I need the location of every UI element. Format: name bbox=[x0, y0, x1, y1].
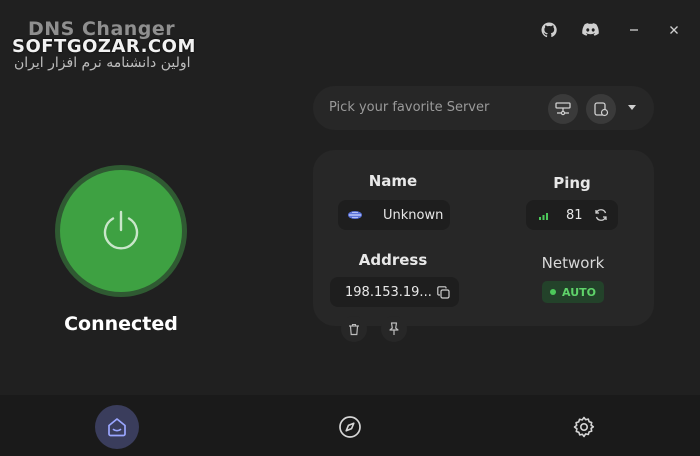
github-icon bbox=[541, 22, 557, 38]
nav-explore[interactable] bbox=[328, 405, 372, 449]
connection-status: Connected bbox=[64, 313, 178, 335]
power-ring bbox=[55, 165, 187, 297]
close-button[interactable] bbox=[662, 18, 686, 42]
github-button[interactable] bbox=[537, 18, 561, 42]
status-dot bbox=[550, 289, 557, 295]
compass-icon bbox=[339, 416, 361, 438]
nav-home[interactable] bbox=[95, 405, 139, 449]
dns-address-value: 198.153.19... bbox=[345, 284, 432, 300]
network-mode-value: AUTO bbox=[562, 285, 596, 299]
address-pill: 198.153.19... bbox=[330, 277, 459, 307]
delete-server-button[interactable] bbox=[341, 316, 367, 342]
discord-icon bbox=[581, 23, 599, 36]
power-button[interactable] bbox=[60, 170, 182, 292]
signal-icon bbox=[539, 213, 548, 220]
server-list-button[interactable] bbox=[548, 94, 578, 124]
watermark-subtitle: اولین دانشنامه نرم افزار ایران bbox=[14, 55, 191, 71]
server-logo-icon bbox=[348, 211, 362, 219]
bottom-navigation bbox=[0, 395, 700, 456]
network-heading: Network bbox=[541, 254, 605, 272]
minimize-icon bbox=[630, 29, 638, 31]
name-pill: Unknown bbox=[338, 200, 450, 230]
copy-address-button[interactable] bbox=[437, 285, 450, 299]
server-list-icon bbox=[555, 102, 571, 116]
close-icon bbox=[670, 26, 678, 34]
server-picker[interactable]: Pick your favorite Server bbox=[313, 86, 654, 130]
pin-icon bbox=[389, 322, 399, 335]
custom-server-button[interactable] bbox=[586, 94, 616, 124]
network-mode-badge: AUTO bbox=[542, 281, 604, 303]
ping-heading: Ping bbox=[553, 174, 591, 192]
discord-button[interactable] bbox=[578, 18, 602, 42]
server-settings-icon bbox=[594, 102, 609, 117]
minimize-button[interactable] bbox=[622, 18, 646, 42]
name-heading: Name bbox=[368, 172, 418, 190]
ping-pill: 81 bbox=[526, 200, 618, 230]
refresh-icon bbox=[594, 209, 607, 221]
gear-icon bbox=[573, 416, 595, 438]
chevron-down-icon[interactable] bbox=[628, 105, 636, 110]
power-icon bbox=[103, 210, 139, 250]
home-icon bbox=[108, 418, 126, 437]
ping-value: 81 bbox=[566, 207, 583, 223]
trash-icon bbox=[349, 323, 359, 335]
title-bar: DNS Changer SOFTGOZAR.COM اولین دانشنامه… bbox=[0, 0, 700, 71]
refresh-ping-button[interactable] bbox=[594, 208, 608, 222]
pin-server-button[interactable] bbox=[381, 316, 407, 342]
nav-settings[interactable] bbox=[562, 405, 606, 449]
copy-icon bbox=[437, 285, 450, 299]
server-picker-placeholder: Pick your favorite Server bbox=[329, 100, 490, 115]
server-info-card: Name Unknown Ping 81 Address 198.153.19.… bbox=[313, 150, 654, 326]
address-heading: Address bbox=[358, 251, 428, 269]
server-name-value: Unknown bbox=[383, 207, 444, 223]
watermark: SOFTGOZAR.COM bbox=[12, 36, 196, 57]
